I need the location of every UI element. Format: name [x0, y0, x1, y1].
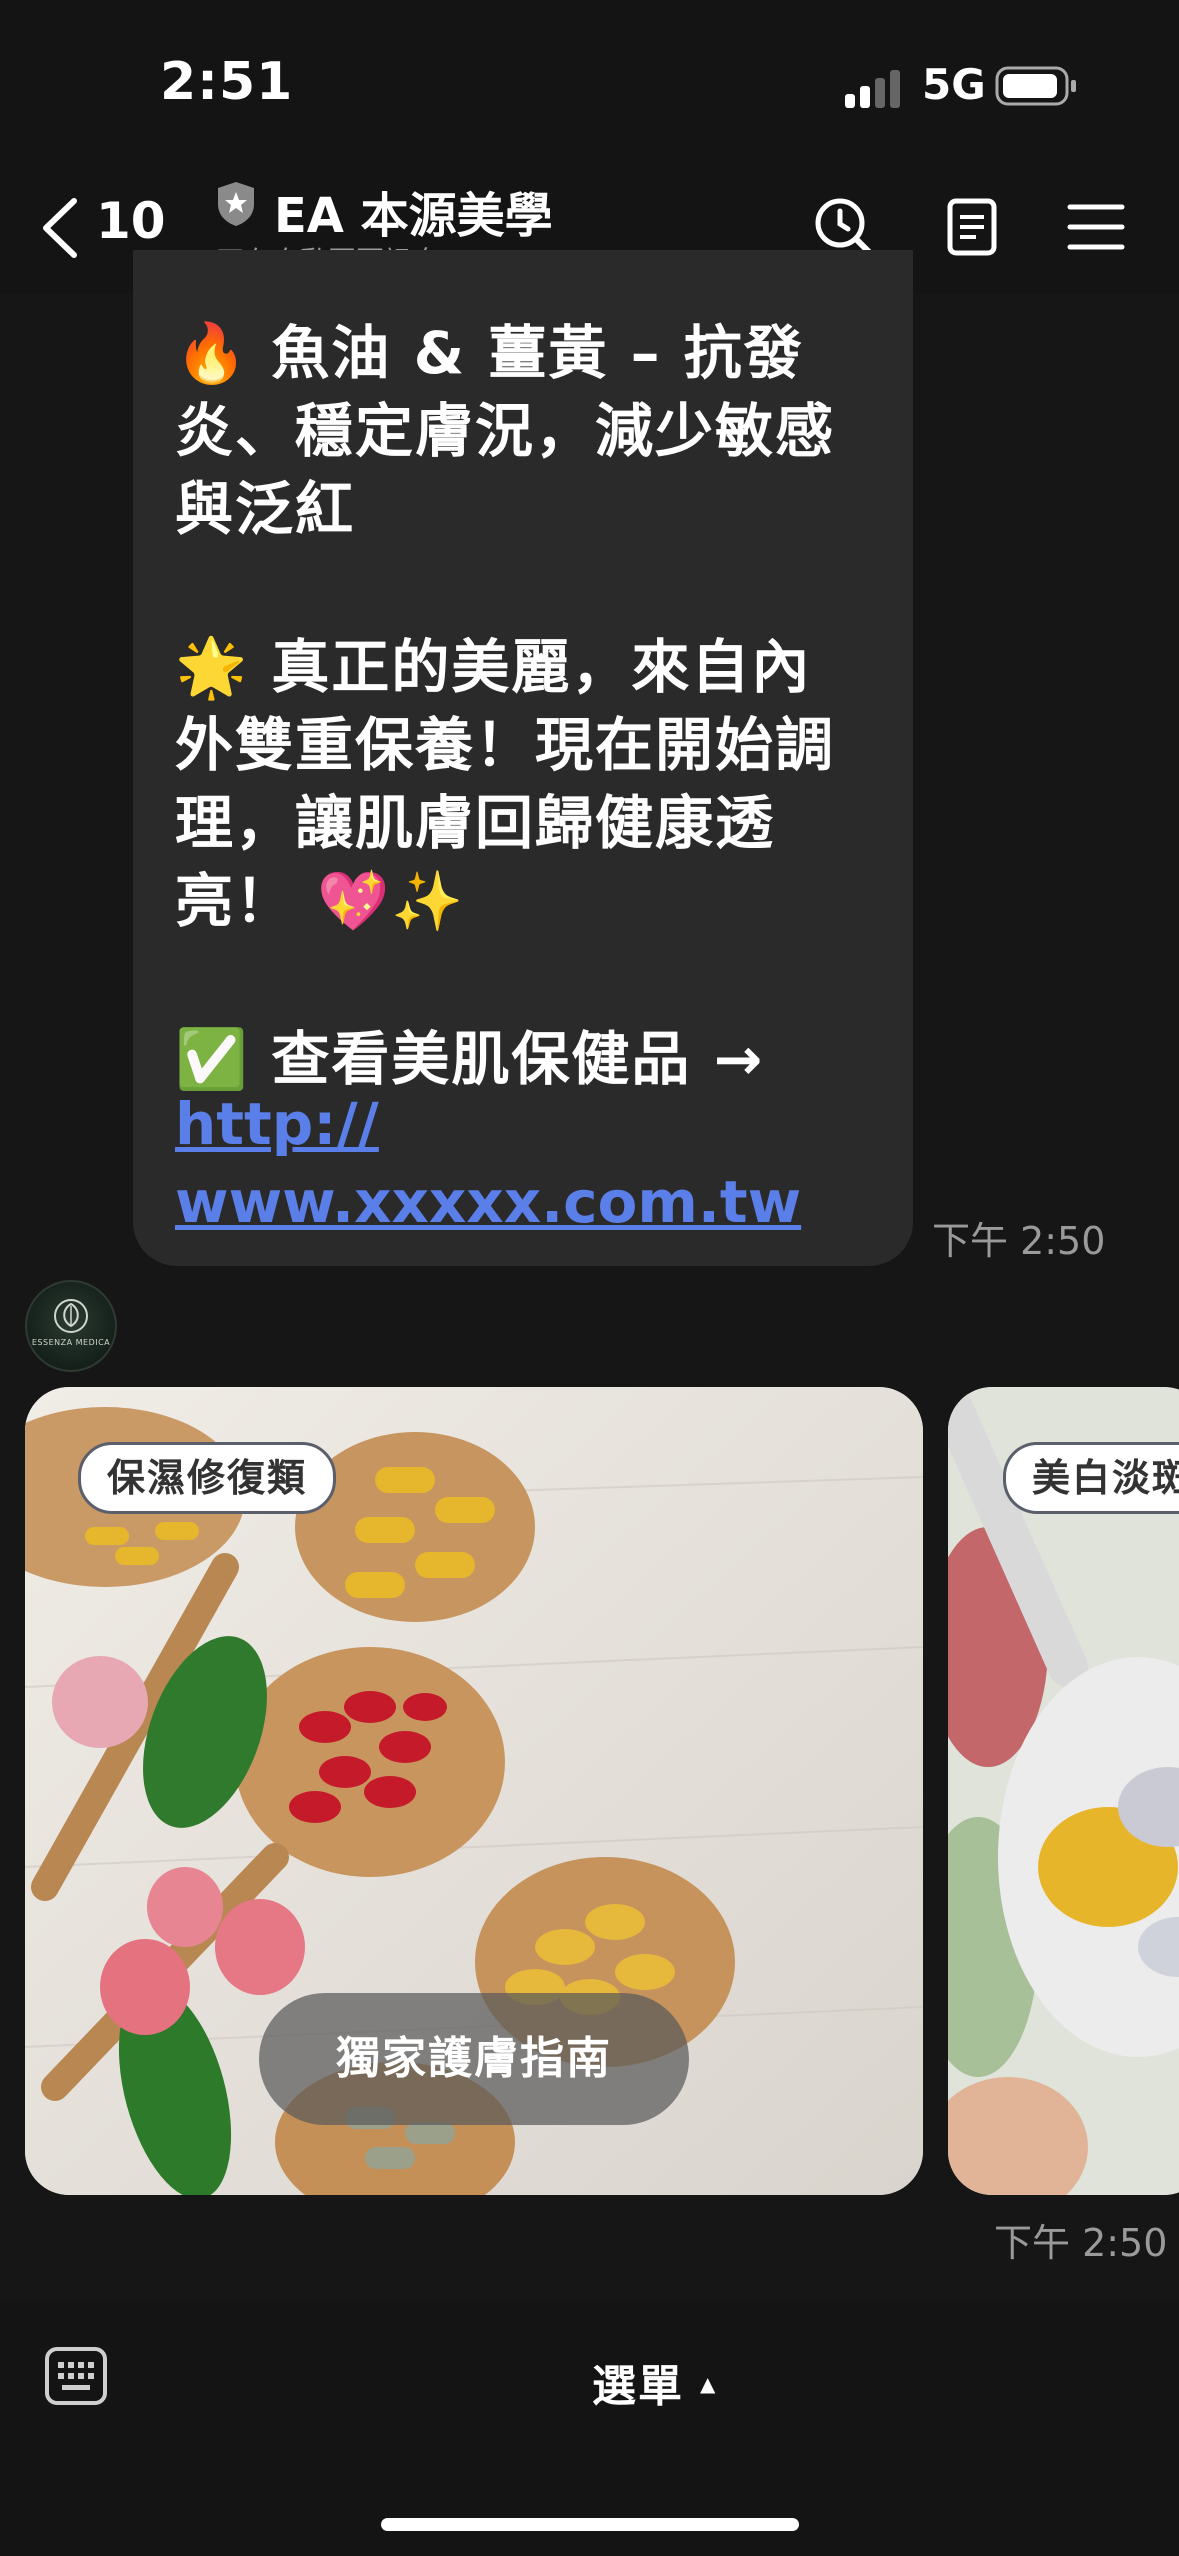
caret-up-icon[interactable]: ▲ — [700, 2372, 715, 2396]
unread-count[interactable]: 10 — [96, 192, 166, 250]
sender-avatar[interactable]: ESSENZA MEDICA — [25, 1280, 117, 1372]
message-line: ✅ 查看美肌保健品 → — [175, 1025, 765, 1093]
menu-icon[interactable] — [1064, 195, 1128, 259]
message-line: 理，讓肌膚回歸健康透 — [175, 789, 776, 857]
message-line: 外雙重保養！現在開始調 — [175, 711, 836, 779]
avatar-text: ESSENZA MEDICA — [31, 1338, 111, 1347]
status-time: 2:51 — [160, 52, 294, 112]
cellular-signal-icon — [845, 70, 900, 108]
rich-menu-toggle[interactable]: 選單 — [592, 2350, 684, 2414]
message-line: 🌟 真正的美麗，來自內 — [175, 633, 812, 701]
back-chevron-icon[interactable] — [38, 195, 82, 261]
keyboard-icon[interactable] — [44, 2346, 108, 2406]
category-tag: 保濕修復類 — [78, 1442, 337, 1514]
notes-icon[interactable] — [940, 195, 1004, 259]
message-line: 🔥 魚油 & 薑黃 – 抗發 — [175, 319, 804, 387]
shield-badge-icon — [218, 182, 254, 226]
guide-button[interactable]: 獨家護膚指南 — [259, 1993, 689, 2125]
message-line: 與泛紅 — [175, 475, 356, 543]
leaf-logo-icon — [54, 1299, 88, 1333]
chat-title[interactable]: EA 本源美學 — [274, 176, 553, 246]
carousel-timestamp: 下午 2:50 — [994, 2221, 1168, 2265]
category-tag: 美白淡斑 — [1003, 1442, 1179, 1514]
home-indicator — [381, 2518, 799, 2531]
message-line: 亮！ 💖✨ — [175, 867, 466, 935]
network-type: 5G — [922, 60, 986, 109]
product-link[interactable]: www.xxxxx.com.tw — [175, 1168, 801, 1236]
product-link[interactable]: http:// — [175, 1090, 379, 1158]
message-timestamp: 下午 2:50 — [932, 1219, 1106, 1263]
message-line: 炎、穩定膚況，減少敏感 — [175, 397, 836, 465]
battery-icon — [995, 66, 1076, 106]
